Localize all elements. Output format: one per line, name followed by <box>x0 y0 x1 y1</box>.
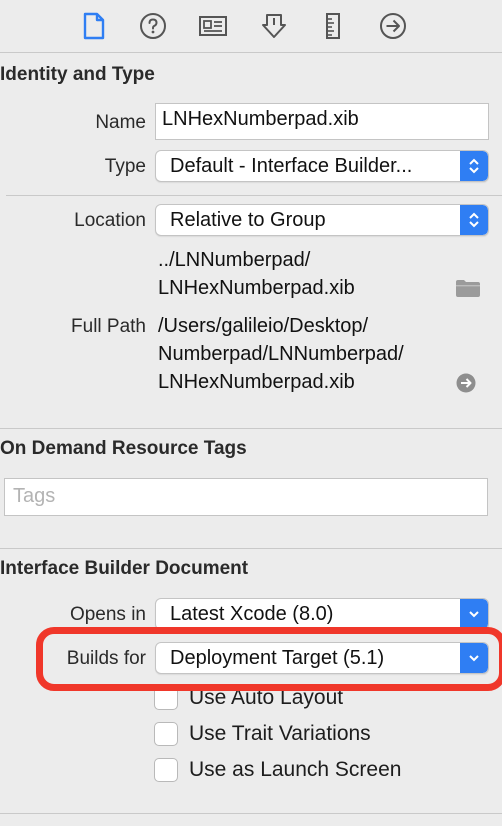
type-popup[interactable]: Default - Interface Builder... <box>155 150 489 182</box>
location-popup-value: Relative to Group <box>170 209 326 231</box>
relative-path-line2: LNHexNumberpad.xib <box>158 277 355 299</box>
full-path-line2: Numberpad/LNNumberpad/ <box>158 343 404 365</box>
opens-in-popup[interactable]: Latest Xcode (8.0) <box>155 598 489 630</box>
use-trait-variations-label[interactable]: Use Trait Variations <box>189 722 371 746</box>
use-as-launch-screen-checkbox[interactable] <box>154 758 178 782</box>
use-trait-variations-checkbox-row[interactable]: Use Trait Variations <box>154 720 371 748</box>
location-popup[interactable]: Relative to Group <box>155 204 489 236</box>
full-path-line3: LNHexNumberpad.xib <box>158 371 355 393</box>
section-divider-3 <box>0 813 502 814</box>
opens-in-popup-value: Latest Xcode (8.0) <box>170 603 334 625</box>
use-as-launch-screen-checkbox-row[interactable]: Use as Launch Screen <box>154 756 401 784</box>
type-divider <box>6 195 502 196</box>
full-path-label: Full Path <box>71 316 146 337</box>
updown-chevron-icon <box>460 205 488 235</box>
full-path-line1: /Users/galileio/Desktop/ <box>158 315 369 337</box>
section-divider-1 <box>0 428 502 429</box>
file-inspector-icon[interactable] <box>79 11 109 41</box>
type-popup-value: Default - Interface Builder... <box>170 155 413 177</box>
toolbar-divider <box>0 52 502 53</box>
location-label: Location <box>74 210 146 231</box>
connections-inspector-icon[interactable] <box>378 11 408 41</box>
type-label: Type <box>104 156 146 177</box>
section-title-ib-document: Interface Builder Document <box>0 558 249 579</box>
identity-inspector-icon[interactable] <box>198 11 228 41</box>
quick-help-icon[interactable] <box>138 11 168 41</box>
size-inspector-icon[interactable] <box>318 11 348 41</box>
builds-for-highlight-annotation <box>36 627 502 691</box>
use-trait-variations-checkbox[interactable] <box>154 722 178 746</box>
section-title-identity: Identity and Type <box>0 64 155 85</box>
name-field[interactable]: LNHexNumberpad.xib <box>155 103 489 140</box>
section-title-on-demand: On Demand Resource Tags <box>0 438 247 459</box>
name-label: Name <box>95 112 146 133</box>
chevron-down-icon <box>460 599 488 629</box>
folder-icon[interactable] <box>455 278 481 303</box>
use-as-launch-screen-label[interactable]: Use as Launch Screen <box>189 758 401 782</box>
relative-path-line1: ../LNNumberpad/ <box>158 249 311 271</box>
inspector-toolbar <box>0 0 502 52</box>
attributes-inspector-icon[interactable] <box>259 11 289 41</box>
tags-field[interactable]: Tags <box>4 478 488 516</box>
reveal-arrow-icon[interactable] <box>456 373 476 398</box>
opens-in-label: Opens in <box>69 604 146 625</box>
section-divider-2 <box>0 548 502 549</box>
updown-chevron-icon <box>460 151 488 181</box>
